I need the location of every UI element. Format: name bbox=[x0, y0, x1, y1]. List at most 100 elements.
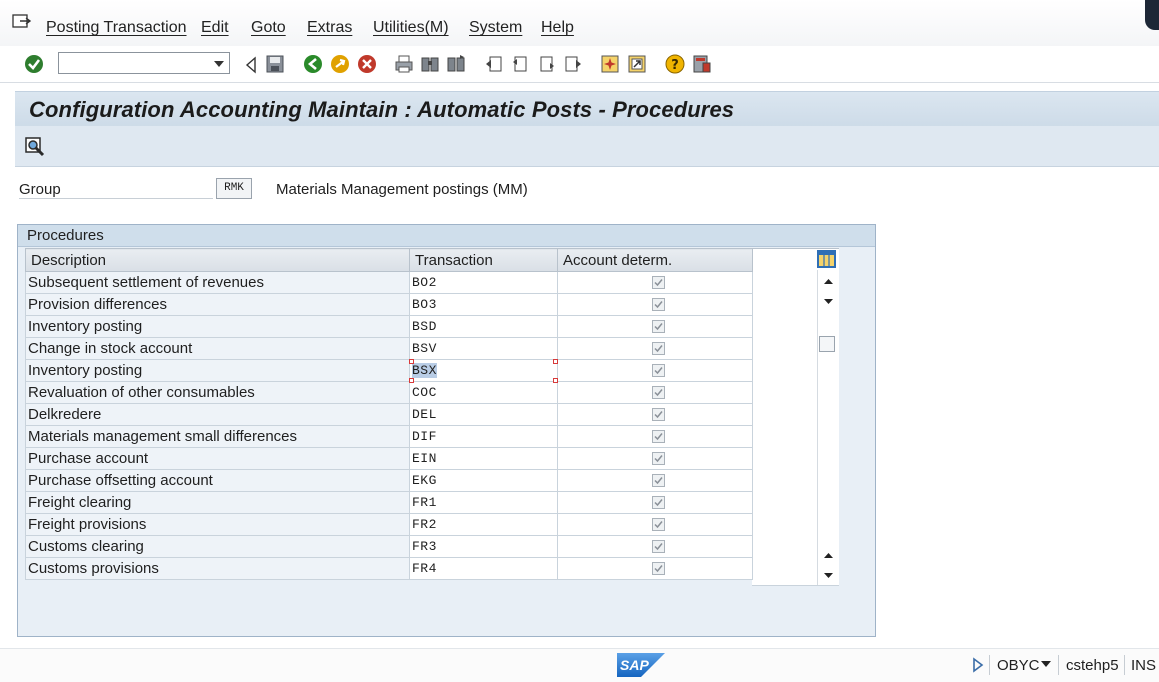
command-field[interactable] bbox=[58, 52, 230, 74]
menu-help[interactable]: Help bbox=[541, 19, 574, 37]
account-determ-checkbox bbox=[651, 363, 665, 377]
command-dropdown-icon[interactable] bbox=[210, 53, 228, 73]
table-row[interactable]: Inventory posting BSX bbox=[25, 359, 753, 382]
table-row[interactable]: Delkredere DEL bbox=[25, 403, 753, 426]
selection-handle bbox=[409, 378, 414, 383]
cell-transaction[interactable]: BSV bbox=[409, 337, 558, 360]
table-header-row: Description Transaction Account determ. bbox=[25, 248, 753, 272]
status-bar bbox=[0, 648, 1159, 682]
column-header-account-determ[interactable]: Account determ. bbox=[557, 248, 753, 272]
menu-edit[interactable]: Edit bbox=[201, 19, 229, 37]
cell-account-determ bbox=[557, 293, 753, 316]
create-session-icon[interactable] bbox=[600, 54, 620, 74]
checkmark-icon bbox=[653, 366, 663, 374]
menu-goto[interactable]: Goto bbox=[251, 19, 286, 37]
checkmark-icon bbox=[653, 432, 663, 440]
cell-transaction[interactable]: EIN bbox=[409, 447, 558, 470]
column-header-description[interactable]: Description bbox=[25, 248, 410, 272]
table-settings-icon[interactable] bbox=[816, 249, 837, 269]
cell-description: Freight provisions bbox=[25, 513, 410, 536]
scroll-down-icon[interactable] bbox=[818, 294, 839, 309]
table-row[interactable]: Subsequent settlement of revenues BO2 bbox=[25, 271, 753, 294]
cell-transaction[interactable]: EKG bbox=[409, 469, 558, 492]
column-header-transaction[interactable]: Transaction bbox=[409, 248, 558, 272]
transaction-value: DEL bbox=[412, 407, 437, 422]
cell-description: Customs provisions bbox=[25, 557, 410, 580]
table-row[interactable]: Purchase account EIN bbox=[25, 447, 753, 470]
transaction-value: BO2 bbox=[412, 275, 437, 290]
table-row[interactable]: Customs provisions FR4 bbox=[25, 557, 753, 580]
selection-handle bbox=[553, 359, 558, 364]
transaction-value: EKG bbox=[412, 473, 437, 488]
status-dropdown-icon[interactable] bbox=[1041, 660, 1051, 668]
cell-account-determ bbox=[557, 557, 753, 580]
table-row[interactable]: Inventory posting BSD bbox=[25, 315, 753, 338]
table-row[interactable]: Provision differences BO3 bbox=[25, 293, 753, 316]
scroll-up-icon[interactable] bbox=[818, 274, 839, 289]
scroll-page-up-icon[interactable] bbox=[818, 548, 839, 563]
cell-transaction[interactable]: BSX bbox=[409, 359, 558, 382]
svg-text:?: ? bbox=[671, 58, 679, 73]
cell-transaction[interactable]: BSD bbox=[409, 315, 558, 338]
enter-icon[interactable] bbox=[24, 54, 44, 74]
checkmark-icon bbox=[653, 564, 663, 572]
cell-description: Subsequent settlement of revenues bbox=[25, 271, 410, 294]
table-row[interactable]: Change in stock account BSV bbox=[25, 337, 753, 360]
table-row[interactable]: Purchase offsetting account EKG bbox=[25, 469, 753, 492]
checkmark-icon bbox=[653, 520, 663, 528]
cell-transaction[interactable]: FR1 bbox=[409, 491, 558, 514]
menu-extras[interactable]: Extras bbox=[307, 19, 352, 37]
title-bar: Configuration Accounting Maintain : Auto… bbox=[15, 91, 1159, 127]
first-page-icon[interactable] bbox=[484, 54, 504, 74]
menu-posting-transaction[interactable]: Posting Transaction bbox=[46, 19, 187, 37]
vertical-scrollbar[interactable] bbox=[817, 270, 839, 585]
last-page-icon[interactable] bbox=[563, 54, 583, 74]
cell-transaction[interactable]: FR3 bbox=[409, 535, 558, 558]
next-page-icon[interactable] bbox=[537, 54, 557, 74]
cancel-icon[interactable] bbox=[357, 54, 377, 74]
display-change-icon[interactable] bbox=[24, 136, 46, 158]
scroll-page-down-icon[interactable] bbox=[818, 568, 839, 583]
find-next-icon[interactable] bbox=[446, 54, 466, 74]
cell-transaction[interactable]: BO2 bbox=[409, 271, 558, 294]
table-row[interactable]: Freight provisions FR2 bbox=[25, 513, 753, 536]
layout-menu-icon[interactable] bbox=[692, 54, 712, 74]
checkmark-icon bbox=[653, 410, 663, 418]
previous-page-icon[interactable] bbox=[510, 54, 530, 74]
table-row[interactable]: Materials management small differences DI… bbox=[25, 425, 753, 448]
cell-transaction[interactable]: DEL bbox=[409, 403, 558, 426]
status-separator bbox=[989, 655, 990, 675]
checkmark-icon bbox=[653, 344, 663, 352]
status-transaction[interactable]: OBYC bbox=[997, 657, 1040, 674]
cell-account-determ bbox=[557, 315, 753, 338]
cell-transaction[interactable]: BO3 bbox=[409, 293, 558, 316]
table-row[interactable]: Freight clearing FR1 bbox=[25, 491, 753, 514]
table-row[interactable]: Revaluation of other consumables COC bbox=[25, 381, 753, 404]
cell-transaction[interactable]: FR4 bbox=[409, 557, 558, 580]
scroll-thumb[interactable] bbox=[819, 336, 835, 352]
help-icon[interactable]: ? bbox=[665, 54, 685, 74]
cell-description: Materials management small differences bbox=[25, 425, 410, 448]
cell-account-determ bbox=[557, 491, 753, 514]
account-determ-checkbox bbox=[651, 319, 665, 333]
save-icon[interactable] bbox=[265, 54, 285, 74]
table-row[interactable]: Customs clearing FR3 bbox=[25, 535, 753, 558]
menu-exit-icon[interactable] bbox=[12, 14, 32, 32]
print-icon[interactable] bbox=[394, 54, 414, 74]
transaction-value: BSV bbox=[412, 341, 437, 356]
back-icon[interactable] bbox=[242, 55, 262, 75]
menu-utilities[interactable]: Utilities(M) bbox=[373, 19, 449, 37]
menu-system[interactable]: System bbox=[469, 19, 522, 37]
procedures-title: Procedures bbox=[27, 227, 104, 244]
find-icon[interactable] bbox=[420, 54, 440, 74]
account-determ-checkbox bbox=[651, 297, 665, 311]
status-mode[interactable]: INS bbox=[1131, 657, 1156, 674]
exit-icon[interactable] bbox=[330, 54, 350, 74]
cell-transaction[interactable]: FR2 bbox=[409, 513, 558, 536]
status-expand-icon[interactable] bbox=[972, 657, 984, 673]
cell-account-determ bbox=[557, 271, 753, 294]
shortcut-icon[interactable] bbox=[627, 54, 647, 74]
cell-transaction[interactable]: COC bbox=[409, 381, 558, 404]
cell-transaction[interactable]: DIF bbox=[409, 425, 558, 448]
back-nav-icon[interactable] bbox=[303, 54, 323, 74]
